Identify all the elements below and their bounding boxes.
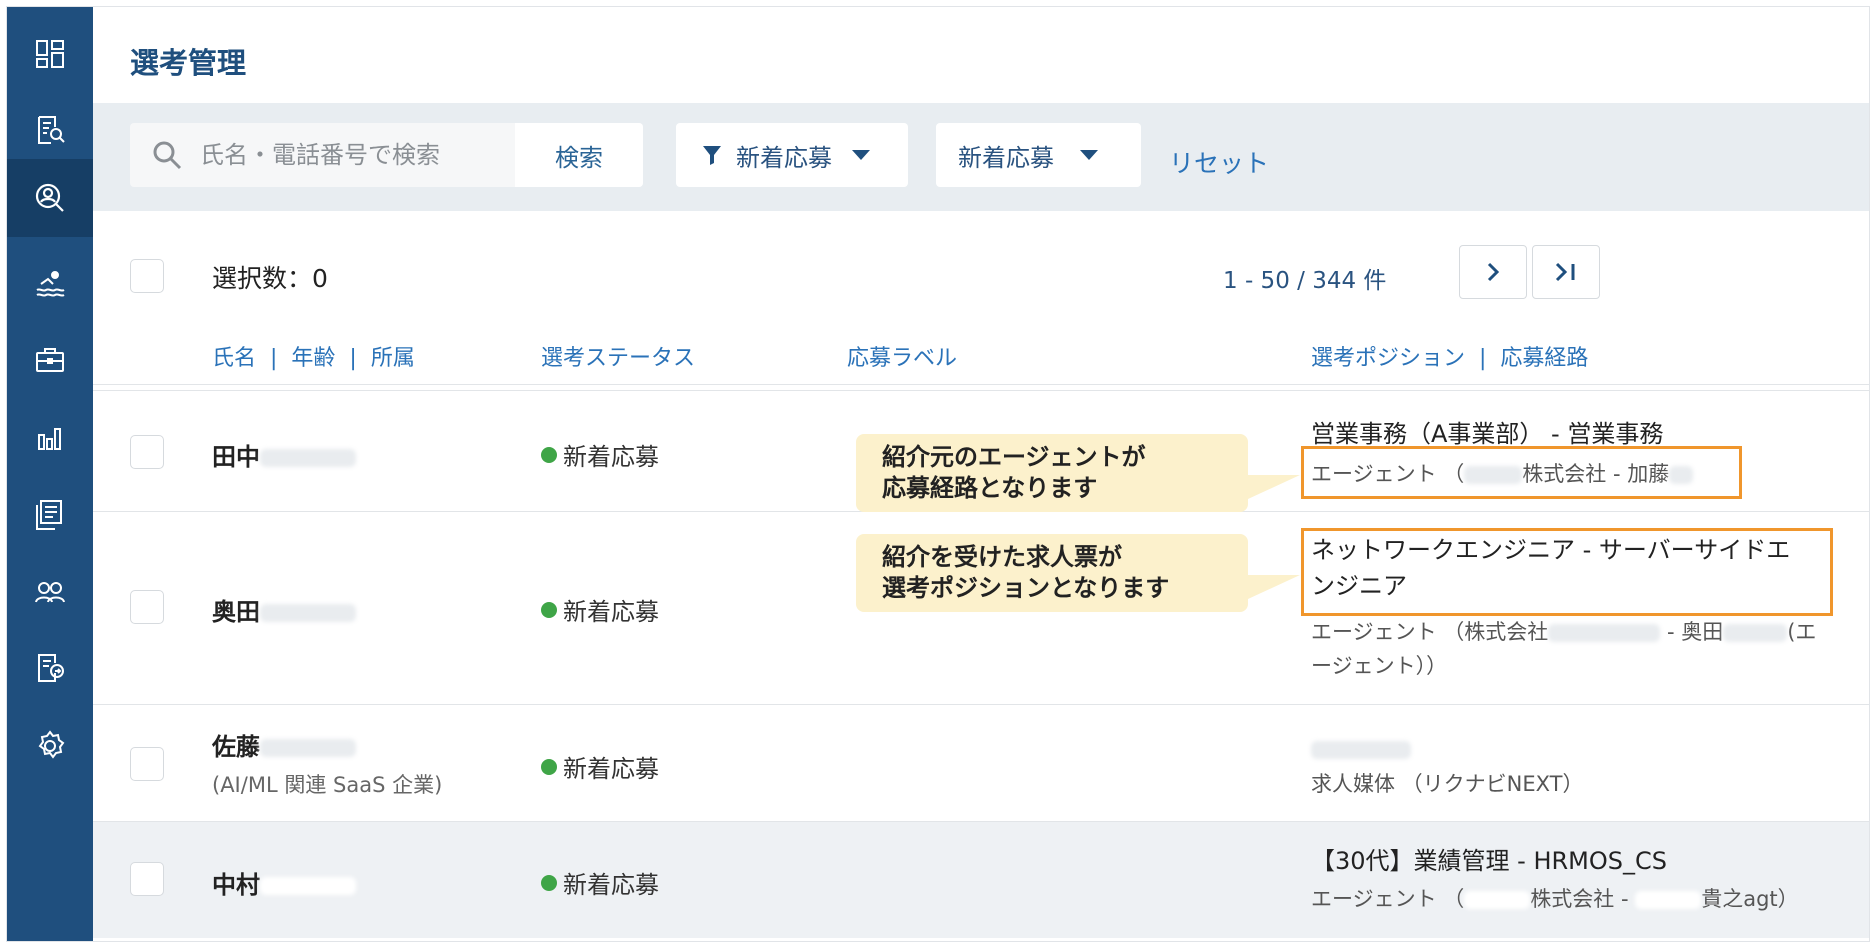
redacted-text: [1723, 624, 1788, 642]
bar-chart-icon: [38, 427, 61, 450]
forms-icon: [36, 499, 62, 530]
dashboard-icon: [36, 39, 64, 68]
sidebar: [7, 7, 93, 941]
candidate-name[interactable]: 奥田: [212, 592, 356, 627]
column-header-name-age-affiliation[interactable]: 氏名 | 年齢 | 所属: [212, 340, 415, 372]
status-badge: 新着応募: [541, 749, 659, 784]
table-row[interactable]: [93, 822, 1869, 938]
export-icon: [38, 653, 64, 682]
row-checkbox[interactable]: [130, 862, 164, 896]
sort-dropdown[interactable]: 新着応募: [936, 123, 1141, 187]
page-title: 選考管理: [130, 46, 247, 80]
candidate-name[interactable]: 佐藤: [212, 727, 356, 762]
status-badge: 新着応募: [541, 437, 659, 472]
row-checkbox[interactable]: [130, 590, 164, 624]
nav-candidates[interactable]: [7, 159, 93, 237]
row-checkbox[interactable]: [130, 747, 164, 781]
header-divider: |: [263, 346, 285, 371]
header-divider: |: [342, 346, 364, 371]
filter-bar: 検索 新着応募 新着応募 リセット: [93, 103, 1869, 211]
header-label[interactable]: 応募ラベル: [847, 340, 957, 372]
status-dot: [541, 446, 557, 463]
selection-count: 選択数：0: [212, 264, 328, 293]
status-filter-label: 新着応募: [736, 143, 832, 172]
column-header-position-route[interactable]: 選考ポジション | 応募経路: [1311, 340, 1588, 372]
sort-label: 新着応募: [958, 143, 1054, 172]
callout-pointer: [1248, 575, 1300, 599]
redacted-text: [1464, 891, 1531, 909]
app-frame: 選考管理 検索 新着応募 新着応募 リセット: [6, 6, 1870, 942]
chevron-right-icon: [1487, 262, 1500, 282]
position-text: [1311, 731, 1411, 767]
main-content: 選考管理 検索 新着応募 新着応募 リセット: [93, 7, 1869, 941]
header-name[interactable]: 氏名: [212, 346, 256, 371]
header-age[interactable]: 年齢: [291, 346, 335, 371]
header-affiliation[interactable]: 所属: [371, 346, 415, 371]
chevron-down-icon: [852, 150, 870, 160]
status-dot: [541, 758, 557, 775]
route-text: エージェント （株式会社 - 奥田 (エ ージェント））: [1311, 620, 1817, 678]
route-text: 求人媒体 （リクナビNEXT）: [1311, 772, 1584, 796]
callout-route-note: 紹介元のエージェントが 応募経路となります: [856, 434, 1248, 512]
redacted-text: [260, 739, 356, 757]
callout-pointer: [1248, 475, 1300, 499]
select-all-checkbox[interactable]: [130, 259, 164, 293]
nav-settings[interactable]: [7, 699, 93, 792]
status-filter-dropdown[interactable]: 新着応募: [676, 123, 908, 187]
swimmer-icon: [36, 270, 65, 297]
next-page-button[interactable]: [1459, 245, 1527, 299]
candidate-name[interactable]: 中村: [212, 865, 356, 900]
title-bar: 選考管理: [93, 7, 1869, 103]
candidate-affiliation: (AI/ML 関連 SaaS 企業): [212, 773, 443, 797]
users-icon: [35, 581, 65, 602]
gear-icon: [38, 729, 65, 759]
header-divider-line: [93, 384, 1869, 385]
candidate-search-icon: [35, 183, 64, 212]
briefcase-icon: [36, 347, 64, 372]
status-badge: 新着応募: [541, 865, 659, 900]
pagination-range: 1 - 50 / 344 件: [1223, 268, 1387, 294]
reset-link[interactable]: リセット: [1169, 144, 1269, 180]
table-row[interactable]: [93, 705, 1869, 821]
redacted-text: [1311, 741, 1411, 759]
route-text: エージェント （株式会社 - 貴之agt）: [1311, 887, 1799, 911]
header-status[interactable]: 選考ステータス: [541, 340, 695, 372]
redacted-text: [260, 449, 356, 467]
search-box: 検索: [130, 123, 643, 187]
header-route[interactable]: 応募経路: [1500, 346, 1588, 371]
redacted-text: [1548, 624, 1661, 642]
row-checkbox[interactable]: [130, 435, 164, 469]
header-divider: |: [1472, 346, 1494, 371]
position-text: 【30代】業績管理 - HRMOS_CS: [1311, 847, 1668, 875]
search-input[interactable]: [130, 123, 515, 187]
filter-icon: [703, 146, 721, 165]
last-page-icon: [1555, 262, 1575, 282]
position-highlight-box: [1301, 528, 1833, 616]
chevron-down-icon: [1080, 150, 1098, 160]
search-button[interactable]: 検索: [515, 123, 643, 187]
callout-position-note: 紹介を受けた求人票が 選考ポジションとなります: [856, 534, 1248, 612]
route-highlight-box: [1301, 446, 1742, 499]
status-badge: 新着応募: [541, 592, 659, 627]
status-dot: [541, 874, 557, 891]
redacted-text: [1635, 891, 1702, 909]
candidate-name[interactable]: 田中: [212, 437, 356, 472]
redacted-text: [260, 877, 356, 895]
header-position[interactable]: 選考ポジション: [1311, 346, 1465, 371]
document-search-icon: [38, 115, 65, 144]
last-page-button[interactable]: [1532, 245, 1600, 299]
redacted-text: [260, 604, 356, 622]
status-dot: [541, 601, 557, 618]
